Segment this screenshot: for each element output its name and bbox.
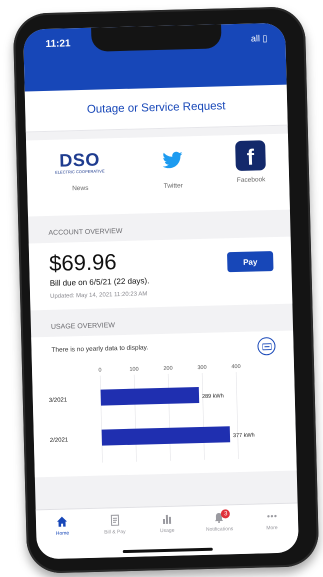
notification-badge: 3	[221, 509, 231, 519]
gridline	[167, 373, 171, 461]
tab-bill-pay[interactable]: Bill & Pay	[92, 514, 137, 536]
tab-usage-label: Usage	[159, 527, 175, 535]
twitter-label: Twitter	[163, 182, 183, 190]
gridline	[201, 372, 205, 460]
facebook-icon: f	[235, 140, 266, 171]
tab-usage[interactable]: Usage	[145, 512, 190, 534]
twitter-link[interactable]: Twitter	[155, 142, 190, 190]
app-screen: 11:21 all ▯ Outage or Service Request DS…	[23, 22, 299, 560]
social-links: DSO ELECTRIC COOPERATIVE News Twitter f …	[26, 133, 290, 217]
bar-value-label: 377 kWh	[233, 433, 255, 440]
home-indicator	[122, 547, 213, 554]
status-icons: all ▯	[250, 33, 268, 44]
tab-more-label: More	[266, 525, 278, 532]
news-label: News	[72, 184, 89, 193]
news-link[interactable]: DSO ELECTRIC COOPERATIVE News	[49, 144, 110, 193]
usage-overview-card: There is no yearly data to display. 0 100…	[31, 330, 297, 478]
usage-bar	[101, 426, 231, 446]
tab-notifications[interactable]: 3 Notifications	[197, 509, 242, 533]
usage-bar	[100, 387, 200, 406]
tab-more[interactable]: More	[250, 510, 295, 532]
x-tick-label: 200	[163, 366, 172, 372]
status-time: 11:21	[45, 38, 71, 50]
usage-chart-icon	[162, 514, 172, 525]
dso-logo: DSO ELECTRIC COOPERATIVE	[55, 149, 105, 175]
gridline	[235, 372, 239, 460]
tab-home-label: Home	[55, 530, 70, 537]
usage-bar-chart: 0 100 200 300 400 3/2021 289 kWh 2/2021 377 kWh	[49, 364, 255, 463]
outage-request-link[interactable]: Outage or Service Request	[24, 84, 288, 133]
tab-bar: Home Bill & Pay Usage 3 Notifications Mo…	[35, 502, 299, 560]
more-icon	[266, 514, 277, 518]
x-tick-label: 400	[231, 364, 240, 370]
tab-bill-pay-label: Bill & Pay	[104, 529, 126, 536]
updated-timestamp: Updated: May 14, 2021 11:20:23 AM	[50, 291, 148, 300]
account-overview-card: $69.96 Bill due on 6/5/21 (22 days). Upd…	[28, 236, 293, 311]
gridline	[133, 374, 137, 462]
category-label: 2/2021	[50, 437, 69, 443]
home-icon	[57, 516, 68, 527]
header-bar: 11:21 all ▯	[23, 22, 287, 92]
outage-request-label: Outage or Service Request	[86, 100, 226, 116]
pay-button[interactable]: Pay	[227, 251, 274, 273]
category-label: 3/2021	[49, 397, 68, 403]
tab-notifications-label: Notifications	[205, 526, 234, 533]
notch	[91, 24, 222, 52]
facebook-label: Facebook	[236, 176, 266, 184]
bill-icon	[110, 514, 119, 526]
no-data-message: There is no yearly data to display.	[51, 344, 149, 354]
twitter-icon	[155, 142, 190, 177]
facebook-link[interactable]: f Facebook	[235, 140, 266, 184]
x-tick-label: 100	[129, 367, 138, 373]
x-tick-label: 300	[197, 365, 206, 371]
tab-home[interactable]: Home	[40, 515, 85, 537]
gridline	[99, 375, 103, 463]
bar-value-label: 289 kWh	[202, 393, 224, 400]
x-tick-label: 0	[98, 368, 101, 374]
